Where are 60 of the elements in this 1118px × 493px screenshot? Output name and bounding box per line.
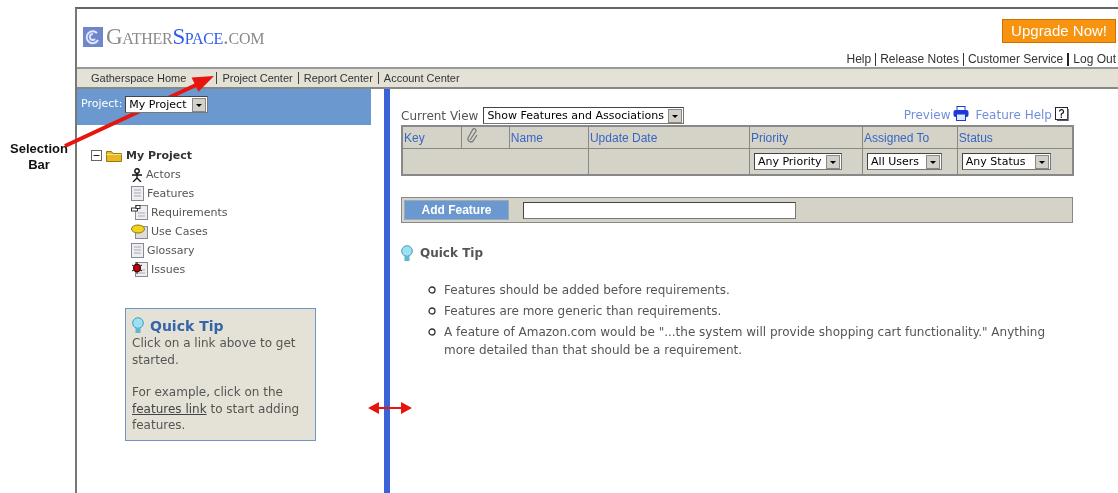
use-case-icon (131, 224, 148, 239)
caret-icon (1034, 154, 1049, 169)
column-header[interactable]: Assigned To (862, 126, 958, 149)
bug-icon (131, 262, 148, 277)
dropdown[interactable]: Any Status (961, 153, 1051, 170)
logo-text: GatherSpace.com (106, 24, 265, 50)
nav-link[interactable]: Account Center (377, 72, 465, 84)
tree-item[interactable]: Actors (146, 168, 181, 181)
column-header[interactable]: Key (402, 126, 462, 149)
header-link[interactable]: Help (842, 53, 876, 66)
bullet-icon (428, 286, 436, 294)
help-icon (1055, 106, 1069, 121)
document-icon (131, 243, 144, 258)
bullet-icon (428, 307, 436, 315)
stick-figure-icon (131, 167, 143, 182)
tree-item[interactable]: My Project (126, 148, 192, 162)
tip-item: A feature of Amazon.com would be "...the system will provide shopping cart functionality." Anything more detailed than that should be a requirement. (444, 324, 1047, 359)
bullet-icon (428, 328, 436, 336)
dropdown[interactable]: Any Priority (753, 153, 842, 170)
header-link[interactable]: Customer Service (962, 53, 1068, 66)
dropdown[interactable]: Show Features and Associations (483, 107, 684, 124)
callout-label: Selection Bar (9, 141, 69, 173)
caret-icon (926, 154, 941, 169)
lightbulb-icon (132, 317, 144, 334)
caret-icon (825, 154, 840, 169)
lightbulb-icon (401, 244, 413, 262)
nav-link[interactable]: Report Center (297, 72, 378, 84)
document-icon (131, 186, 144, 201)
project-label: Project: (81, 96, 123, 112)
header-link[interactable]: Release Notes (875, 53, 963, 66)
caret-icon (192, 97, 207, 112)
caret-icon (667, 108, 682, 123)
dropdown[interactable]: My Project (125, 96, 209, 113)
tip-item: Features are more generic than requirements. (444, 303, 722, 320)
tree-item[interactable]: Glossary (147, 244, 195, 257)
nav-link[interactable]: Gatherspace Home (91, 72, 217, 84)
tree-item[interactable]: Features (147, 187, 195, 200)
requirement-icon (131, 205, 148, 220)
tree-item[interactable]: Issues (151, 263, 186, 276)
tip-title: Quick Tip (150, 317, 224, 334)
feature-name-field[interactable] (523, 201, 796, 219)
nav-link[interactable]: Project Center (216, 72, 298, 84)
double-arrow (368, 402, 412, 414)
column-header[interactable]: Name (509, 126, 589, 149)
paperclip-icon (467, 128, 480, 144)
column-header[interactable]: Update Date (588, 126, 750, 149)
dropdown[interactable]: All Users (867, 153, 943, 170)
tip-title: Quick Tip (420, 246, 484, 260)
features-link[interactable]: features link (132, 401, 207, 416)
tip-text: Click on a link above to get started. (132, 335, 297, 368)
folder-icon (106, 148, 122, 162)
tree-item[interactable]: Requirements (151, 206, 228, 219)
printer-icon (953, 106, 970, 121)
tree-item[interactable]: Use Cases (151, 225, 208, 238)
logo-icon (83, 27, 103, 47)
current-view-label: Current View (401, 108, 479, 123)
tip-text: For example, click on the features link to start adding features. (132, 384, 301, 434)
collapse-icon[interactable] (91, 149, 102, 161)
column-header[interactable]: Priority (749, 126, 863, 149)
tip-item: Features should be added before requirements. (444, 282, 730, 299)
